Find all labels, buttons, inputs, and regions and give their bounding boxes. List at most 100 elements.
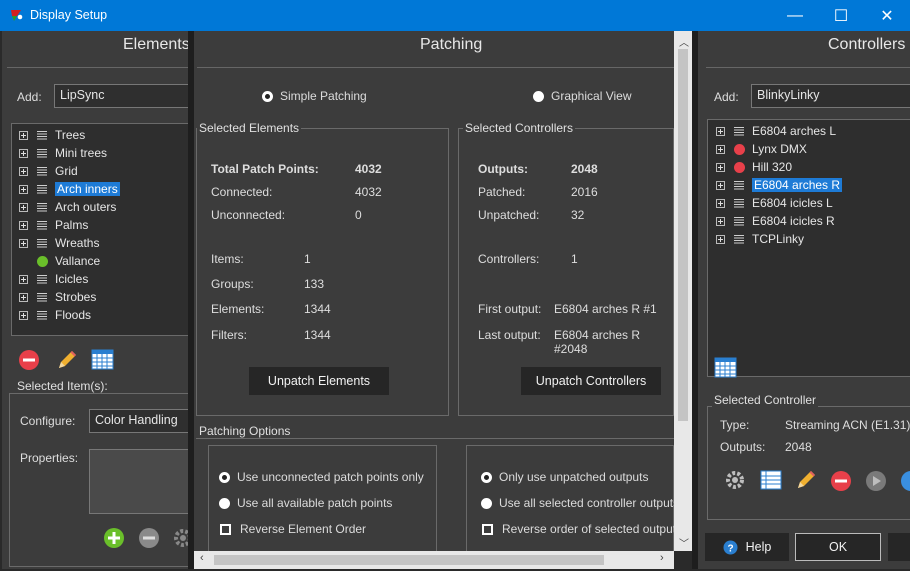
expand-icon[interactable] — [716, 216, 725, 226]
all-patch-points-radio[interactable]: Use all available patch points — [219, 496, 392, 510]
tree-item[interactable]: Strobes — [19, 288, 190, 306]
horizontal-scrollbar[interactable]: ‹ › — [194, 551, 674, 569]
tree-item[interactable]: Lynx DMX — [716, 140, 910, 158]
delete-icon[interactable] — [830, 470, 852, 492]
tree-item[interactable]: Palms — [19, 216, 190, 234]
expand-icon[interactable] — [19, 274, 28, 284]
tree-item[interactable]: Mini trees — [19, 144, 190, 162]
minimize-button[interactable]: — — [772, 0, 818, 31]
simple-patching-radio[interactable]: Simple Patching — [262, 89, 367, 103]
tree-item[interactable]: Grid — [19, 162, 190, 180]
groups-value: 133 — [304, 277, 325, 291]
tree-item[interactable]: Wreaths — [19, 234, 190, 252]
radio-icon — [481, 497, 492, 509]
edit-pencil-icon[interactable] — [55, 348, 79, 372]
close-button[interactable]: ✕ — [864, 0, 910, 31]
tree-item-label: TCPLinky — [752, 232, 805, 246]
scroll-right-icon[interactable]: › — [660, 552, 664, 564]
vertical-scroll-thumb[interactable] — [678, 49, 688, 421]
gear-icon[interactable] — [724, 469, 746, 491]
unpatched-value: 32 — [571, 208, 585, 222]
tree-item[interactable]: Arch inners — [19, 180, 190, 198]
expand-icon[interactable] — [19, 184, 28, 194]
tree-item-label: Vallance — [55, 254, 101, 268]
ok-button[interactable]: OK — [795, 533, 881, 561]
properties-box[interactable] — [89, 449, 191, 514]
horizontal-scroll-thumb[interactable] — [214, 555, 604, 565]
expand-icon[interactable] — [716, 144, 725, 154]
unpatched-only-radio[interactable]: Only use unpatched outputs — [481, 470, 648, 484]
expand-icon[interactable] — [19, 220, 28, 230]
expand-icon[interactable] — [19, 148, 28, 158]
tree-item[interactable]: Arch outers — [19, 198, 190, 216]
controllers-tree[interactable]: E6804 arches L Lynx DMX Hill 320 E6804 arch… — [707, 119, 910, 377]
graphical-view-radio[interactable]: Graphical View — [533, 89, 631, 103]
add-icon[interactable] — [103, 527, 125, 549]
cancel-button[interactable] — [888, 533, 910, 561]
all-controller-outputs-radio[interactable]: Use all selected controller outputs — [481, 496, 679, 510]
radio-selected-icon — [262, 90, 273, 102]
expand-icon[interactable] — [19, 166, 28, 176]
remove-icon[interactable] — [138, 527, 160, 549]
tree-item[interactable]: Trees — [19, 126, 190, 144]
option-label: Use all selected controller outputs — [499, 496, 680, 510]
unconnected-label: Unconnected: — [211, 208, 286, 222]
unpatch-controllers-button[interactable]: Unpatch Controllers — [521, 367, 661, 395]
tree-item[interactable]: Vallance — [19, 252, 190, 270]
configure-select[interactable]: Color Handling — [89, 409, 191, 433]
tree-item[interactable]: TCPLinky — [716, 230, 910, 248]
expand-icon[interactable] — [716, 180, 725, 190]
unpatch-elements-button[interactable]: Unpatch Elements — [249, 367, 389, 395]
grid-icon[interactable] — [91, 349, 114, 370]
outputs-value: 2048 — [785, 440, 812, 454]
delete-icon[interactable] — [18, 349, 40, 371]
tree-item[interactable]: E6804 arches R — [716, 176, 910, 194]
tree-item[interactable]: Hill 320 — [716, 158, 910, 176]
tree-item[interactable]: Floods — [19, 306, 190, 324]
edit-pencil-icon[interactable] — [794, 468, 818, 492]
add-element-select[interactable]: LipSync — [54, 84, 194, 108]
groups-label: Groups: — [211, 277, 254, 291]
reverse-outputs-checkbox[interactable]: Reverse order of selected outputs — [482, 522, 682, 536]
tree-item[interactable]: E6804 icicles L — [716, 194, 910, 212]
expand-icon[interactable] — [19, 238, 28, 248]
tree-item[interactable]: E6804 arches L — [716, 122, 910, 140]
patching-panel: Patching Simple Patching Graphical View … — [194, 31, 682, 555]
expand-icon[interactable] — [716, 126, 725, 136]
group-lines-icon — [37, 148, 47, 158]
expand-icon[interactable] — [19, 202, 28, 212]
controllers-panel: Controllers Add: BlinkyLinky E6804 arche… — [698, 31, 910, 569]
group-lines-icon — [37, 184, 47, 194]
play-icon[interactable] — [865, 470, 887, 492]
vertical-scrollbar[interactable]: ︿ ﹀ — [674, 31, 692, 551]
scroll-up-icon[interactable]: ︿ — [679, 34, 689, 49]
scroll-down-icon[interactable]: ﹀ — [679, 535, 689, 550]
group-lines-icon — [734, 198, 744, 208]
info-icon[interactable] — [900, 470, 910, 492]
expand-icon[interactable] — [19, 310, 28, 320]
scroll-left-icon[interactable]: ‹ — [200, 552, 204, 564]
option-label: Reverse order of selected outputs — [502, 522, 683, 536]
tree-item[interactable]: E6804 icicles R — [716, 212, 910, 230]
maximize-button[interactable]: ☐ — [818, 0, 864, 31]
tree-item-label: E6804 arches L — [752, 124, 837, 138]
tree-item[interactable]: Icicles — [19, 270, 190, 288]
expand-icon[interactable] — [716, 198, 725, 208]
expand-icon[interactable] — [19, 130, 28, 140]
expand-icon[interactable] — [716, 234, 725, 244]
elements-tree[interactable]: Trees Mini trees Grid Arch inners Arch outer… — [11, 123, 191, 336]
help-button[interactable]: ? Help — [705, 533, 789, 561]
graphical-view-label: Graphical View — [551, 89, 632, 103]
add-controller-select[interactable]: BlinkyLinky — [751, 84, 910, 108]
outputs-label: Outputs: — [478, 162, 528, 176]
controllers-header: Controllers — [828, 36, 906, 53]
grid-icon[interactable] — [714, 357, 737, 378]
expand-icon[interactable] — [716, 162, 725, 172]
controllers-label: Controllers: — [478, 252, 540, 266]
unconnected-only-radio[interactable]: Use unconnected patch points only — [219, 470, 424, 484]
tree-item-label: Arch outers — [55, 200, 117, 214]
reverse-element-order-checkbox[interactable]: Reverse Element Order — [220, 522, 366, 536]
expand-icon[interactable] — [19, 292, 28, 302]
elements-label: Elements: — [211, 302, 265, 316]
list-icon[interactable] — [759, 469, 783, 491]
